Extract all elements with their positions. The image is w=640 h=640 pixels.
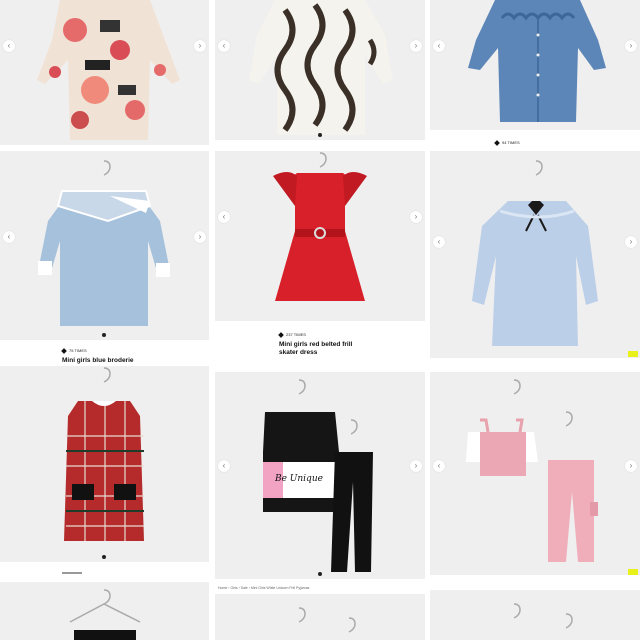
product-image	[466, 379, 598, 562]
product-tile-partial-2[interactable]	[215, 594, 425, 640]
product-image	[273, 152, 367, 301]
carousel-next-button[interactable]: ›	[625, 236, 637, 248]
product-tile-partial-1[interactable]	[0, 582, 209, 640]
carousel-prev-button[interactable]: ‹	[433, 236, 445, 248]
saved-count: 75 TIMES	[69, 348, 87, 353]
product-image	[513, 603, 573, 629]
carousel-prev-button[interactable]: ‹	[218, 211, 230, 223]
promo-badge	[628, 351, 638, 357]
product-tile-swirl-dress[interactable]: ‹ ›	[215, 0, 425, 140]
carousel-next-button[interactable]: ›	[194, 231, 206, 243]
carousel-prev-button[interactable]: ‹	[3, 40, 15, 52]
product-caption: 94 TIMES	[430, 130, 640, 146]
saved-count: 94 TIMES	[502, 140, 520, 145]
product-caption: 237 TIMES Mini girls red belted frill sk…	[215, 321, 425, 361]
product-tile-denim-dress[interactable]: ‹ ›	[430, 0, 640, 130]
product-tile-floral-dress[interactable]: ‹ ›	[0, 0, 209, 145]
product-image	[64, 367, 144, 541]
carousel-prev-button[interactable]: ‹	[3, 231, 15, 243]
product-title[interactable]: Mini girls blue broderie	[62, 357, 134, 365]
product-tile-tartan-dress[interactable]	[0, 366, 209, 562]
product-image	[298, 607, 356, 633]
carousel-next-button[interactable]: ›	[625, 40, 637, 52]
heart-icon[interactable]	[494, 139, 500, 146]
product-image	[69, 589, 141, 640]
carousel-prev-button[interactable]: ‹	[218, 460, 230, 472]
heart-icon[interactable]	[278, 331, 284, 338]
caption-stub	[62, 572, 82, 574]
product-image	[472, 160, 598, 346]
carousel-prev-button[interactable]: ‹	[433, 460, 445, 472]
carousel-next-button[interactable]: ›	[410, 40, 422, 52]
carousel-next-button[interactable]: ›	[194, 40, 206, 52]
product-tile-pink-cargo-set[interactable]: ‹ ›	[430, 372, 640, 575]
product-image	[38, 160, 170, 326]
saved-count: 237 TIMES	[286, 332, 306, 337]
carousel-next-button[interactable]: ›	[625, 460, 637, 472]
product-tile-be-unique-set[interactable]: Be Unique ‹ ›	[215, 372, 425, 579]
product-tile-broderie-dress[interactable]: ‹ ›	[0, 151, 209, 340]
carousel-prev-button[interactable]: ‹	[433, 40, 445, 52]
carousel-next-button[interactable]: ›	[410, 211, 422, 223]
carousel-indicator	[102, 333, 106, 337]
carousel-indicator	[318, 133, 322, 137]
product-image	[249, 0, 393, 135]
product-tile-lace-dress[interactable]: ‹ ›	[430, 151, 640, 358]
carousel-indicator	[318, 572, 322, 576]
heart-icon[interactable]	[61, 347, 67, 354]
product-tile-partial-3[interactable]	[430, 590, 640, 640]
product-image	[37, 0, 180, 140]
carousel-next-button[interactable]: ›	[410, 460, 422, 472]
product-caption: 75 TIMES Mini girls blue broderie	[0, 340, 209, 364]
breadcrumb[interactable]: Home › Girls › Sale › Mini Girls White U…	[218, 586, 309, 590]
promo-badge	[628, 569, 638, 575]
carousel-indicator	[102, 555, 106, 559]
be-unique-logo: Be Unique	[275, 474, 323, 484]
product-image	[468, 0, 606, 122]
carousel-prev-button[interactable]: ‹	[218, 40, 230, 52]
product-title[interactable]: Mini girls red belted frill skater dress	[279, 341, 361, 357]
product-tile-red-skater-dress[interactable]: ‹ ›	[215, 151, 425, 321]
